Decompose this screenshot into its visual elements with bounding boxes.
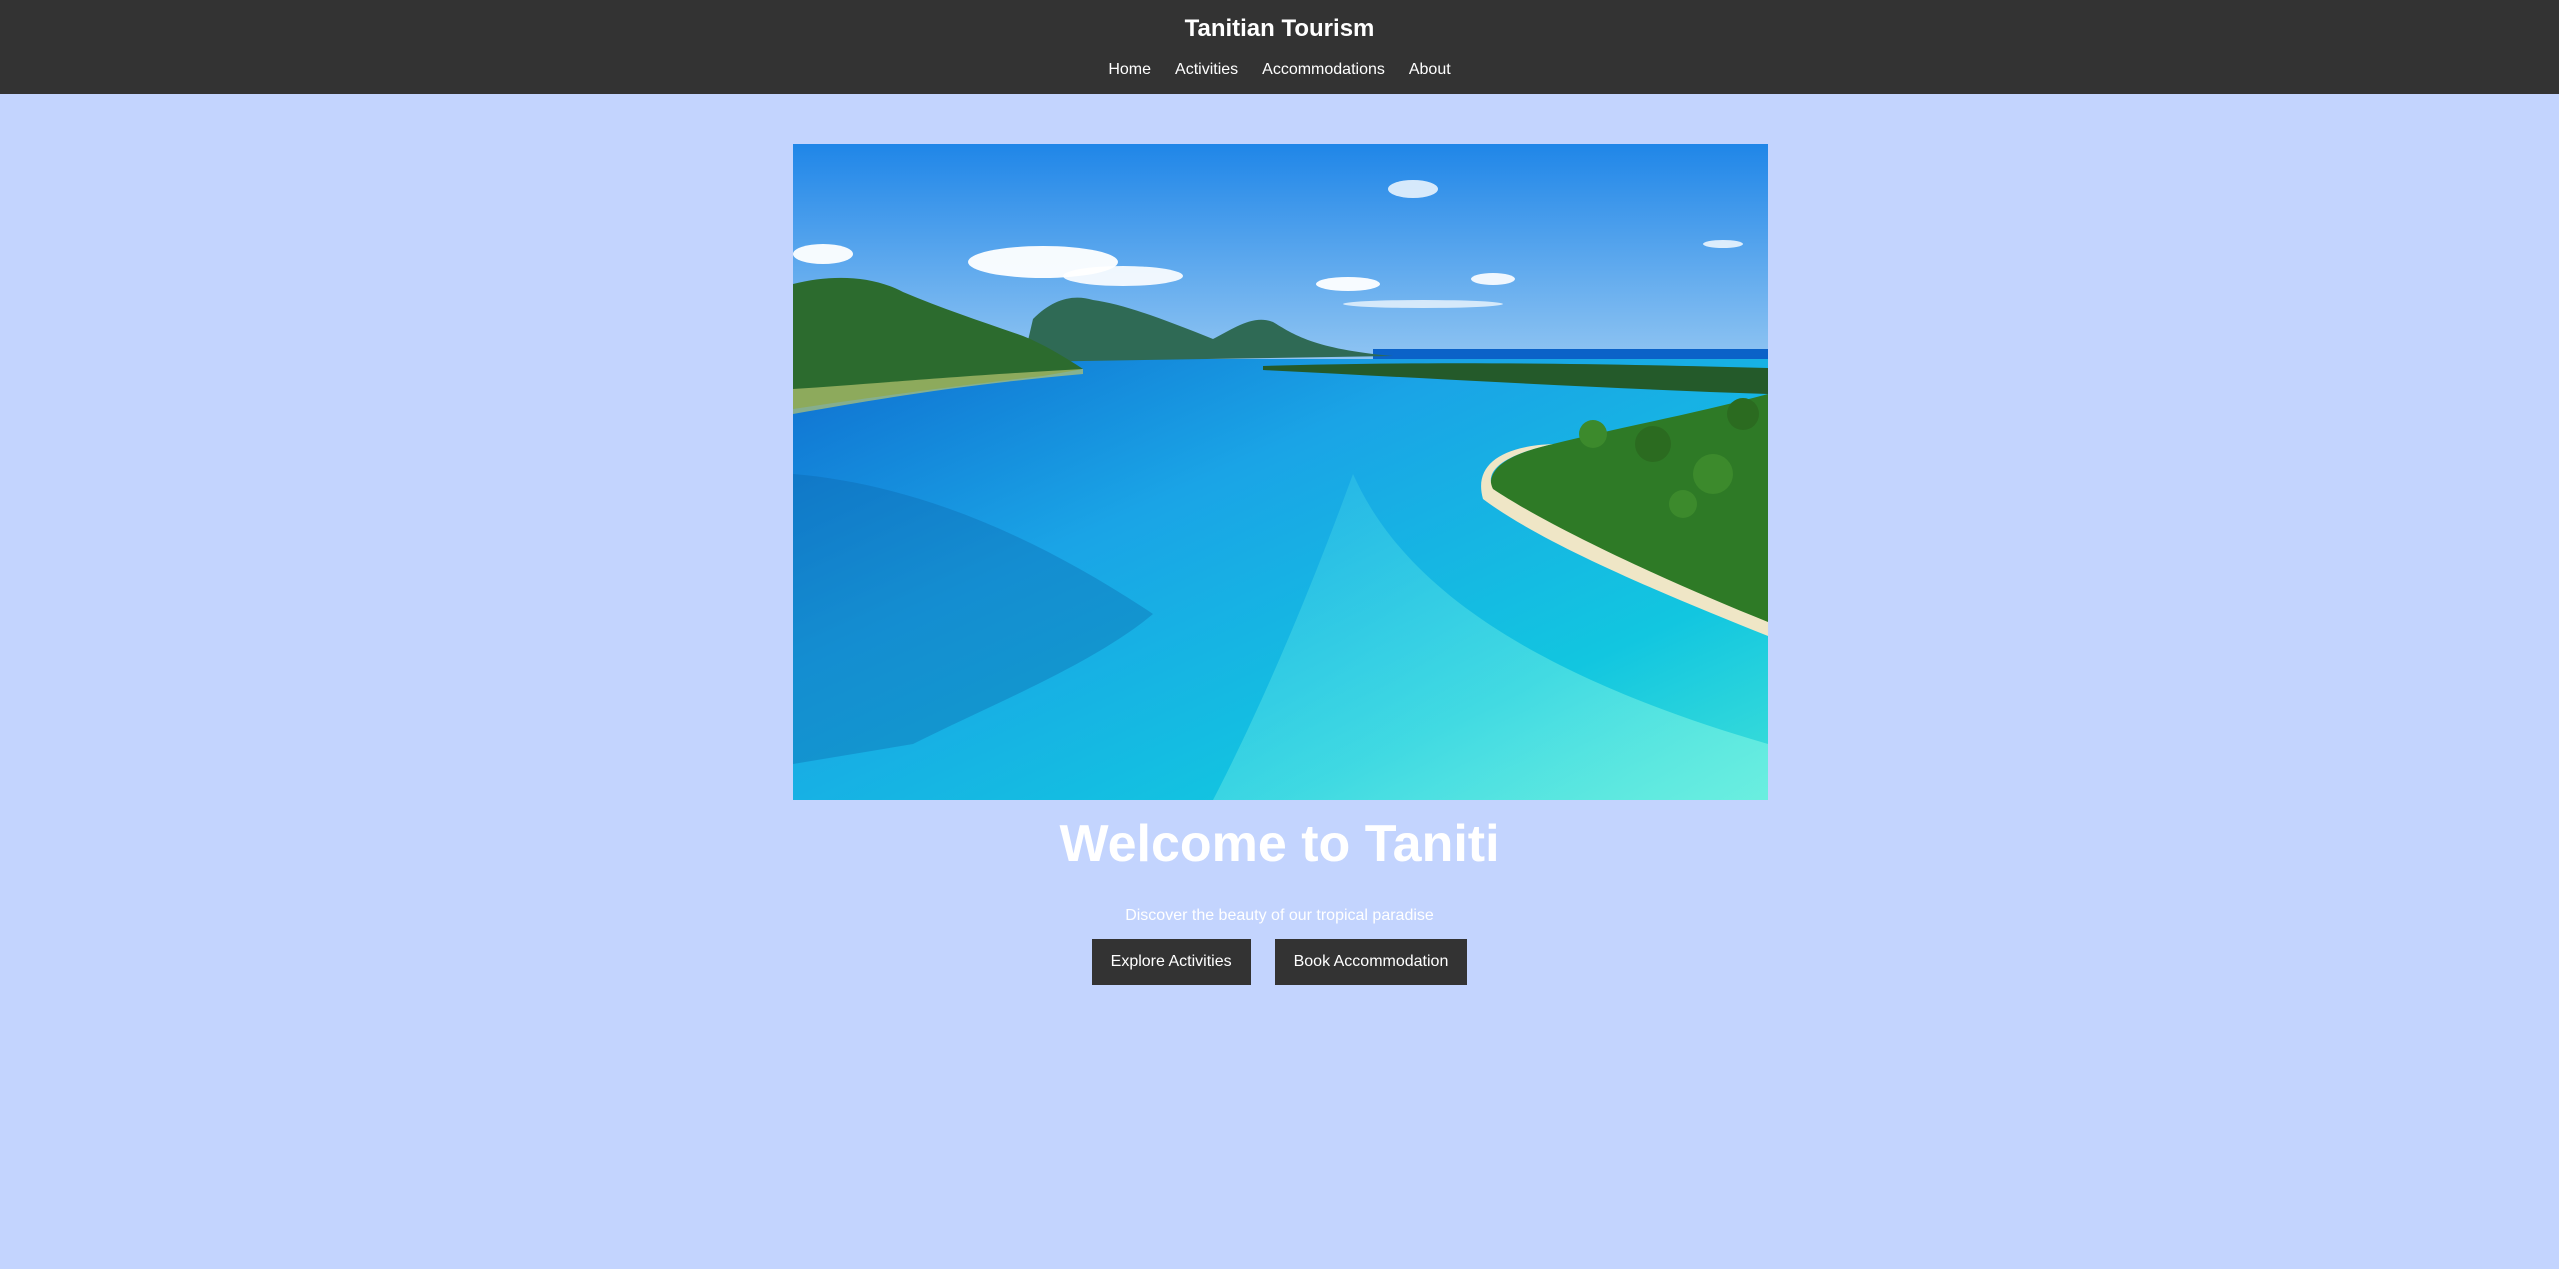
nav-link-accommodations[interactable]: Accommodations: [1262, 58, 1385, 82]
hero-buttons: Explore Activities Book Accommodation: [0, 939, 2559, 985]
hero-title: Welcome to Taniti: [1059, 815, 1500, 873]
nav-link-activities[interactable]: Activities: [1175, 58, 1238, 82]
cloud: [1063, 266, 1183, 286]
palm: [1635, 426, 1671, 462]
book-accommodation-button[interactable]: Book Accommodation: [1274, 939, 1468, 985]
explore-activities-button[interactable]: Explore Activities: [1091, 939, 1251, 985]
palm: [1579, 420, 1607, 448]
cloud: [1388, 180, 1438, 198]
main-nav: Home Activities Accommodations About: [0, 58, 2559, 82]
site-title: Tanitian Tourism: [1184, 15, 1375, 42]
nav-link-home[interactable]: Home: [1108, 58, 1151, 82]
cloud: [1471, 273, 1515, 285]
palm: [1727, 398, 1759, 430]
site-header: Tanitian Tourism Home Activities Accommo…: [0, 0, 2559, 94]
cloud: [1316, 277, 1380, 291]
hero-image: [793, 144, 1768, 800]
palm: [1693, 454, 1733, 494]
nav-link-about[interactable]: About: [1409, 58, 1451, 82]
palm: [1669, 490, 1697, 518]
hero-subtitle: Discover the beauty of our tropical para…: [1125, 907, 1434, 924]
cloud: [793, 244, 853, 264]
cloud: [1343, 300, 1503, 308]
cloud: [1703, 240, 1743, 248]
